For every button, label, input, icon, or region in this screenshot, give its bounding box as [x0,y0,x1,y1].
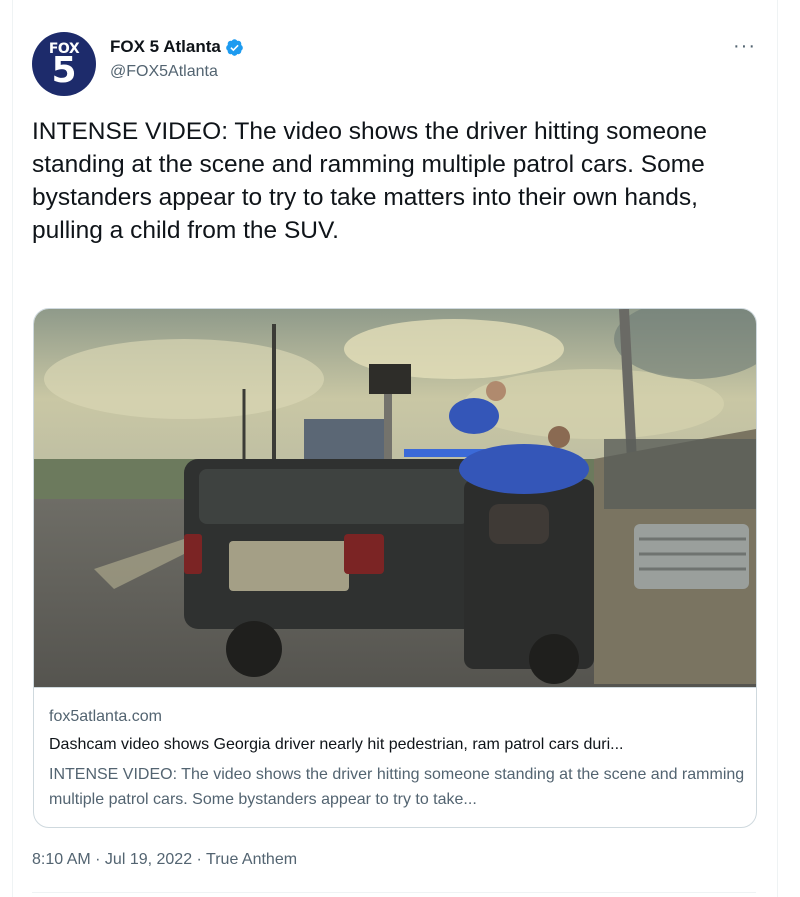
card-title: Dashcam video shows Georgia driver nearl… [49,736,624,753]
card-description: INTENSE VIDEO: The video shows the drive… [49,766,745,808]
more-options-icon[interactable]: ··· [733,36,756,56]
avatar-logo-number: 5 [51,50,77,91]
link-card[interactable]: fox5atlanta.com Dashcam video shows Geor… [33,308,757,828]
tweet-text: INTENSE VIDEO: The video shows the drive… [32,118,707,244]
avatar[interactable]: FOX 5 [32,32,96,96]
handle[interactable]: @FOX5Atlanta [110,63,218,81]
meta-separator: · [90,851,105,868]
card-domain: fox5atlanta.com [49,708,162,725]
display-name[interactable]: FOX 5 Atlanta [110,37,221,57]
card-image[interactable] [34,309,756,687]
author-name-row[interactable]: FOX 5 Atlanta [110,37,244,57]
tweet-time[interactable]: 8:10 AM [32,851,91,868]
verified-badge-icon [225,38,244,57]
card-meta[interactable]: fox5atlanta.com Dashcam video shows Geor… [34,687,756,827]
divider [32,892,756,893]
meta-separator: · [192,851,207,868]
tweet-date[interactable]: Jul 19, 2022 [105,851,192,868]
tweet-source: True Anthem [206,851,298,868]
tweet-metadata: 8:10 AM · Jul 19, 2022 · True Anthem [32,851,297,869]
